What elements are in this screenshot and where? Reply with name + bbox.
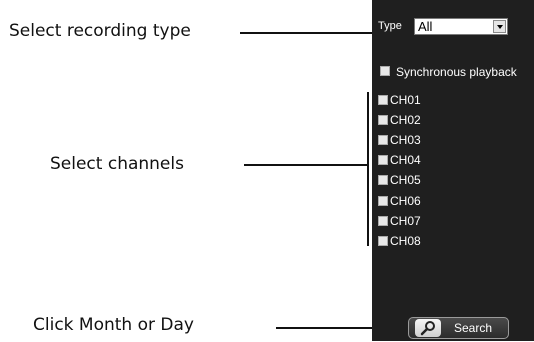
recording-type-value: All (418, 19, 433, 34)
channel-label: CH02 (390, 113, 421, 127)
channel-checkbox[interactable] (378, 95, 388, 105)
callout-line-channels (244, 164, 368, 166)
channel-label: CH08 (390, 234, 421, 248)
channel-label: CH05 (390, 173, 421, 187)
channel-label: CH03 (390, 133, 421, 147)
recording-type-select[interactable]: All (414, 18, 508, 35)
channel-label: CH04 (390, 153, 421, 167)
callout-line-recording-type (240, 32, 374, 34)
synchronous-playback-label: Synchronous playback (396, 65, 517, 79)
channel-checkbox[interactable] (378, 196, 388, 206)
playback-panel (372, 0, 534, 341)
chevron-down-icon[interactable] (493, 20, 506, 33)
callout-month-day: Click Month or Day (33, 315, 194, 335)
channel-checkbox[interactable] (378, 115, 388, 125)
type-label: Type (378, 20, 402, 32)
search-button[interactable]: Search (408, 317, 509, 339)
synchronous-playback-checkbox[interactable] (380, 66, 390, 76)
callout-channels: Select channels (50, 154, 184, 174)
channel-checkbox[interactable] (378, 175, 388, 185)
channel-label: CH06 (390, 194, 421, 208)
search-icon (415, 319, 441, 337)
callout-bracket-channels (367, 92, 369, 246)
callout-recording-type: Select recording type (9, 21, 191, 41)
channel-checkbox[interactable] (378, 216, 388, 226)
channel-label: CH07 (390, 214, 421, 228)
channel-checkbox[interactable] (378, 155, 388, 165)
channel-checkbox[interactable] (378, 236, 388, 246)
search-label: Search (454, 321, 493, 335)
channel-checkbox[interactable] (378, 135, 388, 145)
channel-label: CH01 (390, 93, 421, 107)
